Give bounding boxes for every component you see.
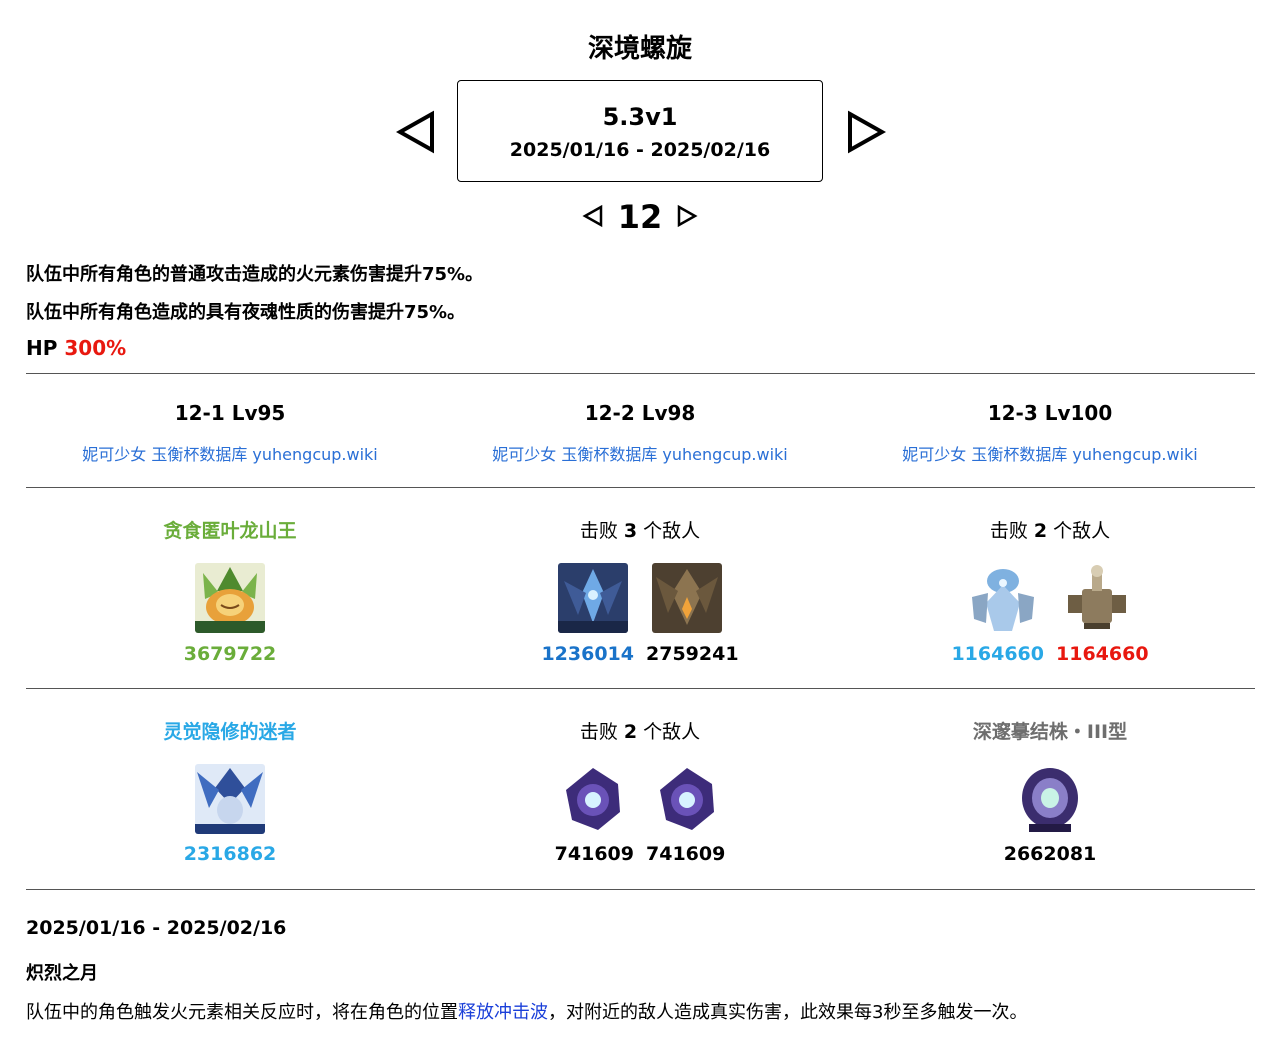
divider bbox=[26, 373, 1255, 374]
hp-modifier: HP 300% bbox=[26, 336, 126, 360]
frost-dragon-icon[interactable] bbox=[558, 563, 628, 633]
blessing-desc-text: ，对附近的敌人造成真实伤害，此效果每3秒至多触发一次。 bbox=[548, 1002, 1028, 1023]
triangle-right-icon bbox=[848, 110, 886, 154]
enemy-hp: 2316862 bbox=[183, 843, 277, 865]
enemy-hp-row: 2662081 bbox=[845, 843, 1255, 865]
chamber-title: 12-3 Lv100 bbox=[987, 401, 1113, 425]
first-half-title: 击败 2 个敌人 bbox=[845, 516, 1255, 543]
ice-construct-icon[interactable] bbox=[968, 563, 1038, 633]
version-name: 5.3v1 bbox=[602, 103, 678, 131]
defeat-label: 击败 bbox=[579, 721, 618, 743]
mech-cannon-icon[interactable] bbox=[1062, 563, 1132, 633]
blessing-desc-text: 队伍中的角色触发火元素相关反应时，将在角色的位置 bbox=[26, 1002, 458, 1023]
triangle-right-icon bbox=[678, 204, 698, 227]
version-dates: 2025/01/16 - 2025/02/16 bbox=[509, 139, 771, 161]
enemy-hp: 1236014 bbox=[541, 643, 634, 665]
triangle-left-icon bbox=[582, 204, 602, 227]
enemy-hp: 741609 bbox=[646, 843, 726, 865]
enemy-unit-label: 个敌人 bbox=[1053, 520, 1111, 542]
chamber-source-link[interactable]: 妮可少女 玉衡杯数据库 yuhengcup.wiki bbox=[845, 441, 1255, 465]
triangle-left-icon bbox=[396, 110, 434, 154]
enemy-group bbox=[845, 563, 1255, 633]
stone-dragon-icon[interactable] bbox=[652, 563, 722, 633]
prev-version-button[interactable] bbox=[396, 110, 436, 154]
defeat-label: 击败 bbox=[579, 520, 618, 542]
next-version-button[interactable] bbox=[846, 110, 886, 154]
second-half-title: 击败 2 个敌人 bbox=[435, 717, 845, 744]
abyss-crystal-icon[interactable] bbox=[1015, 764, 1085, 834]
enemy-hp-row: 2316862 bbox=[25, 843, 435, 865]
enemy-unit-label: 个敌人 bbox=[643, 721, 701, 743]
hp-label: HP bbox=[26, 336, 58, 360]
chamber-source-link[interactable]: 妮可少女 玉衡杯数据库 yuhengcup.wiki bbox=[435, 441, 845, 465]
enemy-hp: 3679722 bbox=[183, 643, 277, 665]
enemy-hp: 741609 bbox=[554, 843, 634, 865]
blessing-date: 2025/01/16 - 2025/02/16 bbox=[26, 917, 287, 939]
shockwave-link[interactable]: 释放冲击波 bbox=[458, 1002, 548, 1023]
enemy-hp-row: 741609 741609 bbox=[435, 843, 845, 865]
second-half-title: 深邃摹结株・III型 bbox=[972, 721, 1128, 743]
first-half-title: 贪食匿叶龙山王 bbox=[163, 520, 297, 542]
hydro-hermit-icon[interactable] bbox=[195, 764, 265, 834]
enemy-hp: 1164660 bbox=[1056, 643, 1149, 665]
prev-floor-button[interactable] bbox=[582, 204, 604, 231]
divider bbox=[26, 487, 1255, 488]
enemy-hp-row: 1164660 1164660 bbox=[845, 643, 1255, 665]
floor-selector: 12 bbox=[0, 198, 1280, 236]
abyss-orb-icon[interactable] bbox=[652, 764, 722, 834]
floor-buff: 队伍中所有角色造成的具有夜魂性质的伤害提升75%。 bbox=[26, 302, 466, 323]
chamber-source-link[interactable]: 妮可少女 玉衡杯数据库 yuhengcup.wiki bbox=[25, 441, 435, 465]
enemy-hp-row: 1236014 2759241 bbox=[435, 643, 845, 665]
second-half-title: 灵觉隐修的迷者 bbox=[163, 721, 297, 743]
leaf-dragon-icon[interactable] bbox=[195, 563, 265, 633]
enemy-group bbox=[25, 563, 435, 633]
enemy-count: 3 bbox=[623, 520, 638, 542]
enemy-group bbox=[435, 563, 845, 633]
defeat-label: 击败 bbox=[989, 520, 1028, 542]
abyss-orb-icon[interactable] bbox=[558, 764, 628, 834]
blessing-description: 队伍中的角色触发火元素相关反应时，将在角色的位置释放冲击波，对附近的敌人造成真实… bbox=[26, 998, 1027, 1024]
enemy-hp-row: 3679722 bbox=[25, 643, 435, 665]
enemy-hp: 2662081 bbox=[1003, 843, 1097, 865]
first-half-title: 击败 3 个敌人 bbox=[435, 516, 845, 543]
divider bbox=[26, 889, 1255, 890]
chamber-title: 12-2 Lv98 bbox=[584, 401, 696, 425]
enemy-group bbox=[845, 764, 1255, 834]
chamber-title: 12-1 Lv95 bbox=[174, 401, 286, 425]
next-floor-button[interactable] bbox=[676, 204, 698, 231]
blessing-name: 炽烈之月 bbox=[26, 963, 98, 984]
page-title: 深境螺旋 bbox=[587, 34, 692, 64]
enemy-hp: 1164660 bbox=[951, 643, 1044, 665]
divider bbox=[26, 688, 1255, 689]
enemy-group bbox=[25, 764, 435, 834]
floor-number: 12 bbox=[617, 198, 663, 236]
enemy-count: 2 bbox=[623, 721, 638, 743]
enemy-unit-label: 个敌人 bbox=[643, 520, 701, 542]
enemy-hp: 2759241 bbox=[646, 643, 739, 665]
floor-buff: 队伍中所有角色的普通攻击造成的火元素伤害提升75%。 bbox=[26, 264, 484, 285]
version-box: 5.3v1 2025/01/16 - 2025/02/16 bbox=[457, 80, 823, 182]
enemy-group bbox=[435, 764, 845, 834]
enemy-count: 2 bbox=[1033, 520, 1048, 542]
hp-value: 300% bbox=[64, 336, 127, 360]
